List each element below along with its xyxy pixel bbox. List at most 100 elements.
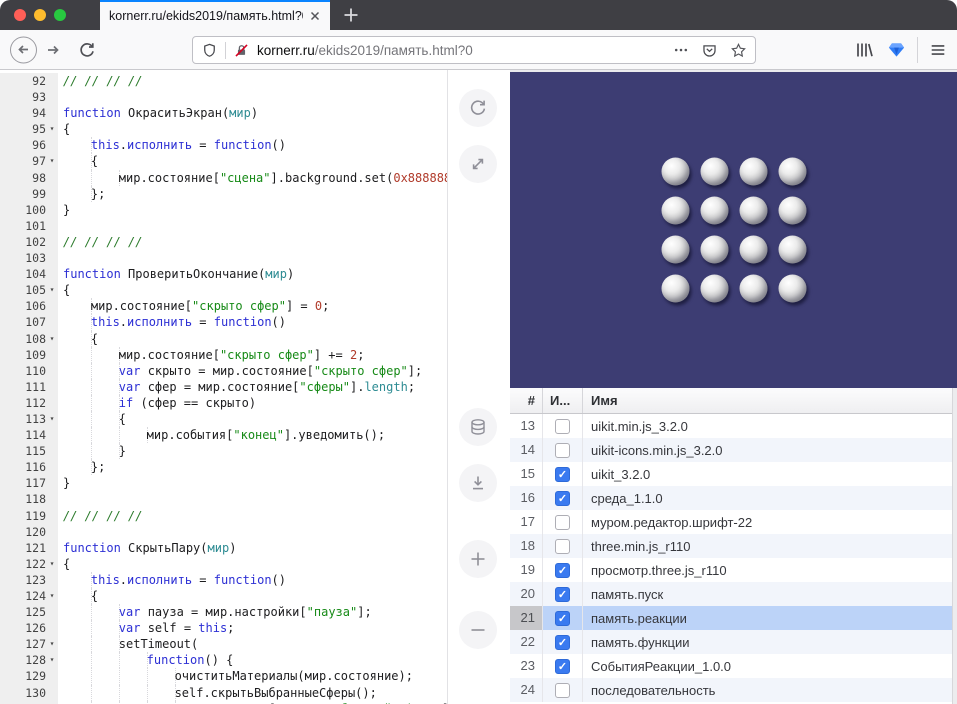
code-line[interactable]: 123this.исполнить = function()	[0, 572, 447, 588]
expand-button[interactable]	[459, 145, 497, 183]
code-line[interactable]: 97▾{	[0, 153, 447, 169]
table-row[interactable]: 15✓uikit_3.2.0	[510, 462, 957, 486]
table-row[interactable]: 17муром.редактор.шрифт-22	[510, 510, 957, 534]
3d-viewport[interactable]	[510, 70, 957, 388]
code-line[interactable]: 121function СкрытьПару(мир)	[0, 540, 447, 556]
code-line[interactable]: 117}	[0, 475, 447, 491]
code-line[interactable]: 95▾{	[0, 121, 447, 137]
code-line[interactable]: 112if (сфер == скрыто)	[0, 395, 447, 411]
table-row[interactable]: 19✓просмотр.three.js_r110	[510, 558, 957, 582]
library-button[interactable]	[852, 38, 876, 62]
row-checkbox[interactable]	[555, 515, 570, 530]
fold-marker-icon[interactable]: ▾	[46, 652, 58, 668]
code-line[interactable]: 111var сфер = мир.состояние["сферы"].len…	[0, 379, 447, 395]
fold-marker-icon[interactable]: ▾	[46, 331, 58, 347]
url-text[interactable]: kornerr.ru/ekids2019/память.html?0	[257, 43, 673, 58]
window-zoom-button[interactable]	[54, 9, 66, 21]
code-line[interactable]: 94function ОкраситьЭкран(мир)	[0, 105, 447, 121]
code-line[interactable]: 106мир.состояние["скрыто сфер"] = 0;	[0, 298, 447, 314]
row-checkbox[interactable]: ✓	[555, 659, 570, 674]
minus-button[interactable]	[459, 611, 497, 649]
code-line[interactable]: 113▾{	[0, 411, 447, 427]
row-checkbox[interactable]: ✓	[555, 467, 570, 482]
code-line[interactable]: 120	[0, 524, 447, 540]
code-line[interactable]: 109мир.состояние["скрыто сфер"] += 2;	[0, 347, 447, 363]
code-line[interactable]: 92// // // //	[0, 73, 447, 89]
code-line[interactable]: 107this.исполнить = function()	[0, 314, 447, 330]
download-button[interactable]	[459, 464, 497, 502]
url-bar[interactable]: kornerr.ru/ekids2019/память.html?0	[192, 36, 756, 64]
fold-marker-icon[interactable]: ▾	[46, 636, 58, 652]
row-checkbox[interactable]: ✓	[555, 563, 570, 578]
code-line[interactable]: 105▾{	[0, 282, 447, 298]
code-line[interactable]: 96this.исполнить = function()	[0, 137, 447, 153]
database-button[interactable]	[459, 408, 497, 446]
table-row[interactable]: 22✓память.функции	[510, 630, 957, 654]
fold-marker-icon[interactable]: ▾	[46, 153, 58, 169]
fold-marker-icon[interactable]: ▾	[46, 556, 58, 572]
table-row[interactable]: 13uikit.min.js_3.2.0	[510, 414, 957, 438]
column-header-used[interactable]: И...	[543, 388, 583, 413]
code-line[interactable]: 104function ПроверитьОкончание(мир)	[0, 266, 447, 282]
code-line[interactable]: 122▾{	[0, 556, 447, 572]
row-checkbox[interactable]: ✓	[555, 611, 570, 626]
row-checkbox[interactable]	[555, 539, 570, 554]
row-checkbox[interactable]: ✓	[555, 491, 570, 506]
table-scrollbar[interactable]	[952, 388, 957, 704]
row-checkbox[interactable]	[555, 419, 570, 434]
code-line[interactable]: 116};	[0, 459, 447, 475]
code-line[interactable]: 125var пауза = мир.настройки["пауза"];	[0, 604, 447, 620]
fold-marker-icon[interactable]: ▾	[46, 588, 58, 604]
code-editor[interactable]: 92// // // //9394function ОкраситьЭкран(…	[0, 70, 448, 704]
code-line[interactable]: 130self.скрытьВыбранныеСферы();	[0, 685, 447, 701]
code-line[interactable]: 98мир.состояние["сцена"].background.set(…	[0, 170, 447, 186]
forward-button[interactable]	[42, 39, 64, 61]
code-line[interactable]: 99};	[0, 186, 447, 202]
new-tab-button[interactable]	[341, 5, 361, 25]
code-line[interactable]: 93	[0, 89, 447, 105]
menu-button[interactable]	[926, 38, 950, 62]
extension-gem-button[interactable]	[884, 38, 908, 62]
code-line[interactable]: 126var self = this;	[0, 620, 447, 636]
row-checkbox[interactable]	[555, 683, 570, 698]
table-row[interactable]: 24последовательность	[510, 678, 957, 702]
window-close-button[interactable]	[14, 9, 26, 21]
table-row[interactable]: 23✓СобытияРеакции_1.0.0	[510, 654, 957, 678]
code-line[interactable]: 110var скрыто = мир.состояние["скрыто сф…	[0, 363, 447, 379]
code-line[interactable]: 131мир.состояние["номер выбранной сферы"…	[0, 701, 447, 704]
table-row[interactable]: 20✓память.пуск	[510, 582, 957, 606]
row-checkbox[interactable]: ✓	[555, 635, 570, 650]
shield-icon[interactable]	[201, 42, 218, 59]
fold-marker-icon[interactable]: ▾	[46, 282, 58, 298]
plus-button[interactable]	[459, 540, 497, 578]
code-line[interactable]: 100}	[0, 202, 447, 218]
code-line[interactable]: 127▾setTimeout(	[0, 636, 447, 652]
code-line[interactable]: 119// // // //	[0, 508, 447, 524]
code-line[interactable]: 108▾{	[0, 331, 447, 347]
table-row[interactable]: 21✓память.реакции	[510, 606, 957, 630]
code-line[interactable]: 103	[0, 250, 447, 266]
table-row[interactable]: 16✓среда_1.1.0	[510, 486, 957, 510]
code-line[interactable]: 101	[0, 218, 447, 234]
table-row[interactable]: 14uikit-icons.min.js_3.2.0	[510, 438, 957, 462]
window-minimize-button[interactable]	[34, 9, 46, 21]
fold-marker-icon[interactable]: ▾	[46, 121, 58, 137]
fold-marker-icon[interactable]: ▾	[46, 411, 58, 427]
code-line[interactable]: 129очиститьМатериалы(мир.состояние);	[0, 668, 447, 684]
active-tab[interactable]: kornerr.ru/ekids2019/память.html?0	[100, 0, 330, 30]
bookmark-star-icon[interactable]	[730, 42, 747, 59]
back-button[interactable]	[10, 36, 37, 63]
reload-button[interactable]	[76, 39, 98, 61]
insecure-lock-icon[interactable]	[233, 42, 250, 59]
pocket-icon[interactable]	[701, 42, 718, 59]
code-line[interactable]: 124▾{	[0, 588, 447, 604]
row-checkbox[interactable]: ✓	[555, 587, 570, 602]
code-line[interactable]: 128▾function() {	[0, 652, 447, 668]
table-row[interactable]: 18three.min.js_r110	[510, 534, 957, 558]
code-line[interactable]: 115}	[0, 443, 447, 459]
code-line[interactable]: 114мир.события["конец"].уведомить();	[0, 427, 447, 443]
column-header-name[interactable]: Имя	[583, 393, 957, 408]
refresh-button[interactable]	[459, 89, 497, 127]
tab-close-icon[interactable]	[307, 8, 323, 24]
page-actions-icon[interactable]	[673, 42, 689, 58]
